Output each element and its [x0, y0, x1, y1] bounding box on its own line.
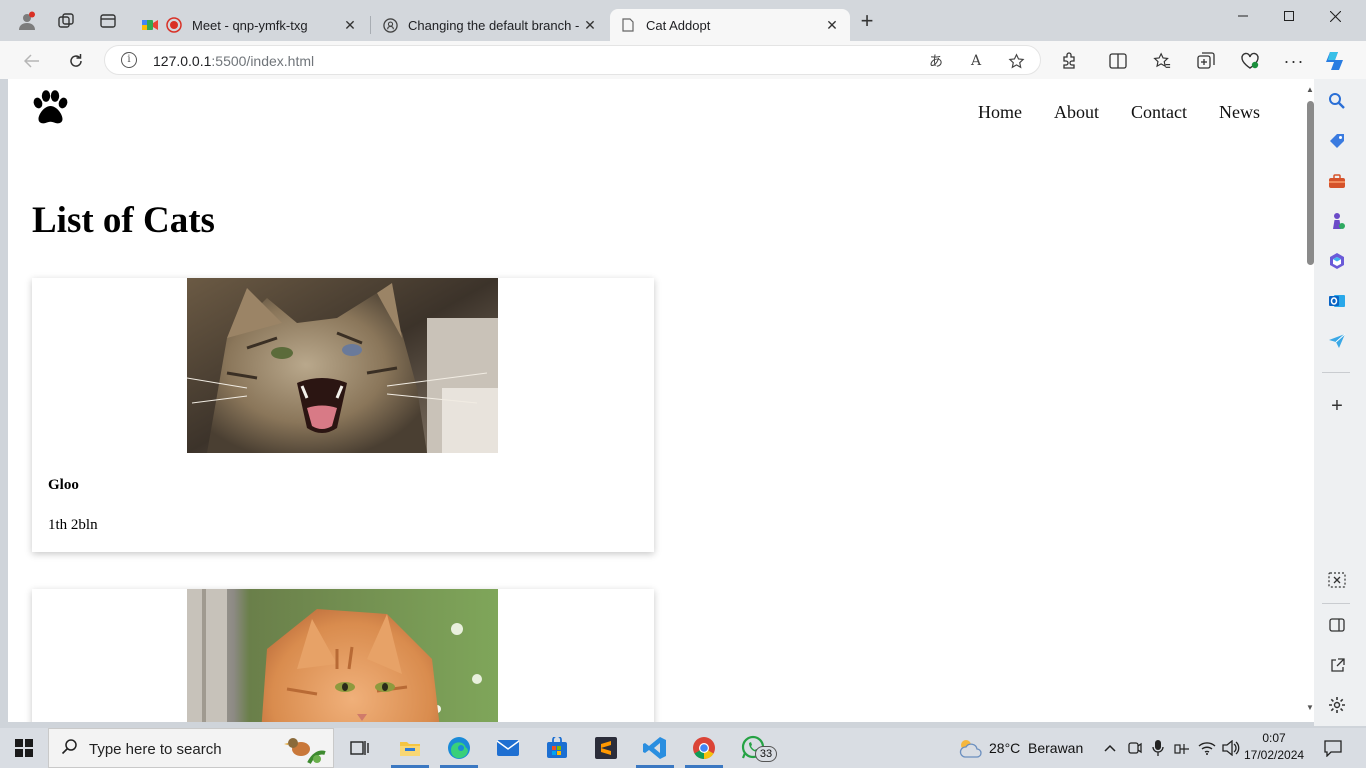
close-tab-icon[interactable]: ✕ — [342, 17, 358, 34]
screenshot-icon[interactable] — [1326, 569, 1348, 591]
sidebar-toggle-icon[interactable] — [1326, 614, 1348, 636]
close-tab-icon[interactable]: ✕ — [824, 17, 840, 34]
clock-date: 17/02/2024 — [1244, 748, 1305, 762]
nav-about-link[interactable]: About — [1054, 102, 1099, 123]
tools-icon[interactable] — [1326, 170, 1348, 192]
github-icon — [382, 17, 398, 33]
tab-meet[interactable]: Meet - qnp-ymfk-txg ✕ — [132, 9, 368, 41]
recording-icon — [166, 17, 182, 33]
cat-card — [32, 589, 654, 722]
weather-icon[interactable] — [955, 734, 985, 762]
cat-age: 1th 2bln — [48, 517, 98, 533]
shopping-tag-icon[interactable] — [1326, 130, 1348, 152]
browser-essentials-icon[interactable] — [1239, 50, 1261, 72]
edge-sidebar: + — [1314, 79, 1366, 726]
tab-title: Cat Addopt — [646, 17, 711, 33]
cat-photo — [187, 278, 498, 453]
whatsapp-badge: 33 — [755, 746, 777, 762]
cat-card: Gloo 1th 2bln — [32, 278, 654, 552]
notifications-icon[interactable] — [1318, 734, 1348, 762]
translate-icon[interactable]: あ — [926, 51, 946, 71]
favorite-star-icon[interactable] — [1006, 51, 1026, 71]
windows-taskbar: Type here to search 33 28°C Berawan 0:07… — [0, 728, 1366, 768]
main-menu: Home About Contact News — [978, 102, 1260, 123]
close-window-icon[interactable] — [1312, 0, 1358, 32]
site-info-icon[interactable]: i — [121, 52, 137, 68]
url-text[interactable]: 127.0.0.1:5500/index.html — [153, 53, 314, 69]
page-scrollbar[interactable]: ▲ ▼ — [1306, 79, 1314, 722]
page-viewport: Home About Contact News List of Cats Glo… — [8, 79, 1314, 722]
microsoft-store-icon[interactable] — [542, 734, 572, 762]
clock-time: 0:07 — [1262, 731, 1286, 745]
read-aloud-icon[interactable]: A — [966, 51, 986, 71]
address-bar[interactable]: i 127.0.0.1:5500/index.html あ A — [104, 45, 1041, 75]
weather-temperature[interactable]: 28°C — [989, 740, 1020, 756]
bird-highlight-icon — [281, 733, 327, 768]
tab-actions-icon[interactable] — [97, 10, 119, 32]
weather-condition[interactable]: Berawan — [1028, 740, 1083, 756]
system-clock[interactable]: 0:07 17/02/2024 — [1244, 730, 1304, 764]
paw-logo-icon[interactable] — [30, 89, 70, 125]
tab-bar: Meet - qnp-ymfk-txg ✕ Changing the defau… — [0, 0, 1366, 41]
split-screen-icon[interactable] — [1107, 50, 1129, 72]
page-icon — [620, 17, 636, 33]
nav-home-link[interactable]: Home — [978, 102, 1022, 123]
tab-cat-addopt[interactable]: Cat Addopt ✕ — [610, 9, 850, 41]
back-icon[interactable] — [19, 48, 45, 74]
tab-github[interactable]: Changing the default branch - Gi ✕ — [372, 9, 608, 41]
google-meet-icon — [142, 17, 158, 33]
mail-icon[interactable] — [493, 734, 523, 762]
scroll-thumb[interactable] — [1307, 101, 1314, 265]
vscode-icon[interactable] — [640, 734, 670, 762]
workspaces-icon[interactable] — [55, 10, 77, 32]
profile-icon[interactable] — [16, 10, 38, 32]
maximize-icon[interactable] — [1266, 0, 1312, 32]
address-toolbar: i 127.0.0.1:5500/index.html あ A ··· — [0, 41, 1366, 79]
more-options-icon[interactable]: ··· — [1283, 50, 1305, 72]
volume-icon[interactable] — [1216, 734, 1246, 762]
add-icon[interactable]: + — [1326, 395, 1348, 417]
tab-title: Meet - qnp-ymfk-txg — [192, 17, 308, 33]
outlook-icon[interactable] — [1326, 290, 1348, 312]
chrome-icon[interactable] — [689, 734, 719, 762]
tab-title: Changing the default branch - Gi — [408, 17, 582, 33]
minimize-icon[interactable] — [1220, 0, 1266, 32]
search-icon — [61, 738, 79, 761]
send-icon[interactable] — [1326, 330, 1348, 352]
cat-photo — [187, 589, 498, 722]
site-navbar: Home About Contact News — [8, 79, 1298, 149]
search-placeholder: Type here to search — [89, 741, 222, 758]
page-title: List of Cats — [32, 200, 215, 241]
nav-news-link[interactable]: News — [1219, 102, 1260, 123]
nav-contact-link[interactable]: Contact — [1131, 102, 1187, 123]
collections-icon[interactable] — [1195, 50, 1217, 72]
copilot-icon[interactable] — [1324, 50, 1346, 72]
open-external-icon[interactable] — [1326, 654, 1348, 676]
search-icon[interactable] — [1326, 90, 1348, 112]
taskbar-search[interactable]: Type here to search — [48, 728, 334, 768]
windows-start-icon[interactable] — [9, 734, 39, 762]
edge-browser-icon[interactable] — [444, 734, 474, 762]
microsoft-365-icon[interactable] — [1326, 250, 1348, 272]
task-view-icon[interactable] — [345, 734, 375, 762]
scroll-down-icon[interactable]: ▼ — [1306, 703, 1314, 712]
file-explorer-icon[interactable] — [395, 734, 425, 762]
cat-name: Gloo — [48, 477, 79, 493]
extensions-icon[interactable] — [1058, 50, 1080, 72]
settings-icon[interactable] — [1326, 694, 1348, 716]
favorites-icon[interactable] — [1151, 50, 1173, 72]
new-tab-icon[interactable]: + — [856, 8, 878, 33]
refresh-icon[interactable] — [63, 48, 89, 74]
sublime-text-icon[interactable] — [591, 734, 621, 762]
scroll-up-icon[interactable]: ▲ — [1306, 85, 1314, 94]
games-icon[interactable] — [1326, 210, 1348, 232]
close-tab-icon[interactable]: ✕ — [582, 17, 598, 34]
